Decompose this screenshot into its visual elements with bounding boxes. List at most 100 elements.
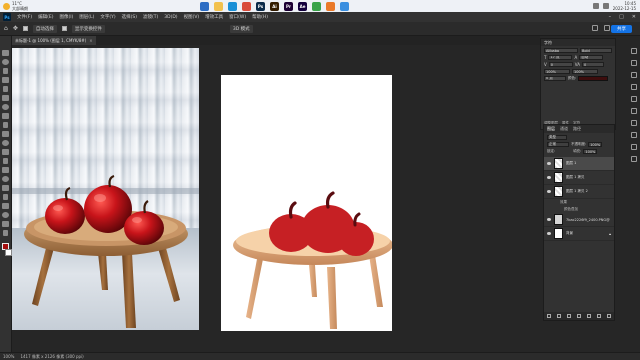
font-family-select[interactable]: Alibaba: [544, 48, 578, 53]
layer-row[interactable]: 背景 🔒︎: [544, 227, 614, 241]
quick-select-tool-icon[interactable]: [2, 77, 9, 83]
shape-tool-icon[interactable]: [2, 212, 9, 218]
home-icon[interactable]: ⌂: [4, 25, 8, 32]
healing-tool-icon[interactable]: [2, 113, 9, 119]
pen-tool-icon[interactable]: [2, 185, 9, 191]
layer-row[interactable]: 图层 1: [544, 157, 614, 171]
canvas-area[interactable]: [12, 45, 540, 352]
stamp-tool-icon[interactable]: [2, 131, 9, 137]
visibility-eye-icon[interactable]: [547, 190, 551, 193]
layer-row[interactable]: 7bac2226f9_2400.PNG@2x: [544, 213, 614, 227]
adjustment-icon[interactable]: [577, 314, 581, 318]
transform-checkbox[interactable]: [61, 26, 67, 31]
brush-tool-icon[interactable]: [3, 122, 8, 128]
layers-panel-icon[interactable]: [630, 144, 637, 150]
fx-icon[interactable]: [557, 314, 561, 318]
tab-layers[interactable]: 图层: [547, 126, 555, 132]
link-layers-icon[interactable]: [547, 314, 551, 318]
blur-tool-icon[interactable]: [2, 167, 9, 173]
zoom-level[interactable]: 100%: [3, 354, 14, 359]
photoshop-icon[interactable]: Ps: [256, 1, 265, 11]
swatches-panel-icon[interactable]: [630, 72, 637, 78]
move-tool-icon[interactable]: [2, 50, 9, 56]
chrome-icon[interactable]: [242, 1, 251, 11]
app-blue-icon[interactable]: [340, 1, 349, 11]
document-canvas[interactable]: [221, 75, 392, 331]
layer-filter-kind[interactable]: 类型: [547, 135, 567, 140]
tab-paths[interactable]: 路径: [573, 126, 581, 132]
opacity-field[interactable]: 100%: [588, 142, 603, 147]
eraser-tool-icon[interactable]: [2, 149, 9, 155]
layer-effects-row[interactable]: 效果: [544, 199, 614, 206]
menu-file[interactable]: 文件(F): [17, 14, 32, 20]
menu-filter[interactable]: 滤镜(T): [143, 14, 158, 20]
eyedropper-tool-icon[interactable]: [2, 104, 9, 110]
kerning-field[interactable]: 0: [548, 62, 573, 67]
aftereffects-icon[interactable]: Ae: [298, 1, 307, 11]
new-layer-icon[interactable]: [597, 314, 601, 318]
fill-field[interactable]: 100%: [583, 149, 598, 154]
auto-select-checkbox[interactable]: [22, 26, 28, 31]
close-tab-icon[interactable]: ×: [89, 38, 92, 43]
visibility-eye-icon[interactable]: [547, 162, 551, 165]
file-explorer-icon[interactable]: [214, 1, 223, 11]
network-icon[interactable]: [592, 3, 599, 9]
background-color-swatch[interactable]: [4, 249, 12, 256]
layer-row[interactable]: 图层 1 拷贝: [544, 171, 614, 185]
crop-tool-icon[interactable]: [3, 86, 8, 92]
menu-3d[interactable]: 3D(D): [164, 15, 177, 20]
weather-widget[interactable]: 11°C 大部晴朗: [0, 0, 60, 12]
workspace-icon[interactable]: [604, 25, 610, 31]
hand-tool-icon[interactable]: [2, 221, 9, 227]
edge-icon[interactable]: [228, 1, 237, 11]
minimize-icon[interactable]: –: [609, 14, 612, 20]
font-size-field[interactable]: 17 点: [548, 55, 573, 60]
text-color-swatch[interactable]: [578, 76, 609, 81]
gradient-tool-icon[interactable]: [3, 158, 8, 164]
document-tab[interactable]: 未标题-1 @ 100% (图层 1, CMYK/8#) ×: [12, 36, 96, 45]
menu-select[interactable]: 选择(S): [122, 14, 137, 20]
path-select-tool-icon[interactable]: [2, 203, 9, 209]
menu-image[interactable]: 图像(I): [59, 14, 73, 20]
horizontal-scale-field[interactable]: 100%: [572, 69, 598, 74]
close-icon[interactable]: ✕: [632, 14, 636, 20]
blend-mode-select[interactable]: 正常: [547, 142, 569, 147]
clock[interactable]: 10:45 2022-12-15: [613, 1, 636, 11]
visibility-eye-icon[interactable]: [547, 176, 551, 179]
zoom-tool-icon[interactable]: [3, 230, 8, 236]
group-icon[interactable]: [587, 314, 591, 318]
color-panel-icon[interactable]: [630, 60, 637, 66]
dodge-tool-icon[interactable]: [2, 176, 9, 182]
visibility-eye-icon[interactable]: [547, 218, 551, 221]
share-button[interactable]: 共享: [611, 25, 632, 33]
marquee-tool-icon[interactable]: [2, 59, 9, 65]
visibility-eye-icon[interactable]: [547, 232, 551, 235]
menu-view[interactable]: 视图(V): [184, 14, 200, 20]
premiere-icon[interactable]: Pr: [284, 1, 293, 11]
frame-tool-icon[interactable]: [2, 95, 9, 101]
paragraph-panel-icon[interactable]: [630, 108, 637, 114]
menu-window[interactable]: 窗口(W): [229, 14, 246, 20]
channels-panel-icon[interactable]: [630, 156, 637, 162]
move-tool-icon[interactable]: ✥: [13, 25, 18, 32]
maximize-icon[interactable]: □: [619, 14, 624, 20]
history-brush-tool-icon[interactable]: [2, 140, 9, 146]
brushes-panel-icon[interactable]: [630, 132, 637, 138]
trash-icon[interactable]: [607, 314, 611, 318]
app-orange-icon[interactable]: [326, 1, 335, 11]
lasso-tool-icon[interactable]: [3, 68, 8, 74]
menu-layer[interactable]: 图层(L): [79, 14, 94, 20]
character-panel-icon[interactable]: [630, 120, 637, 126]
app-green-icon[interactable]: [312, 1, 321, 11]
layer-effect-item[interactable]: 颜色叠加: [544, 206, 614, 213]
mask-icon[interactable]: [567, 314, 571, 318]
search-icon[interactable]: [200, 1, 209, 11]
baseline-shift-field[interactable]: 0 点: [544, 76, 566, 81]
menu-type[interactable]: 文字(Y): [100, 14, 115, 20]
tab-channels[interactable]: 通道: [560, 126, 568, 132]
tracking-field[interactable]: 0: [581, 62, 604, 67]
menu-edit[interactable]: 编辑(E): [38, 14, 53, 20]
illustrator-icon[interactable]: Ai: [270, 1, 279, 11]
libraries-panel-icon[interactable]: [630, 84, 637, 90]
volume-icon[interactable]: [602, 3, 609, 9]
